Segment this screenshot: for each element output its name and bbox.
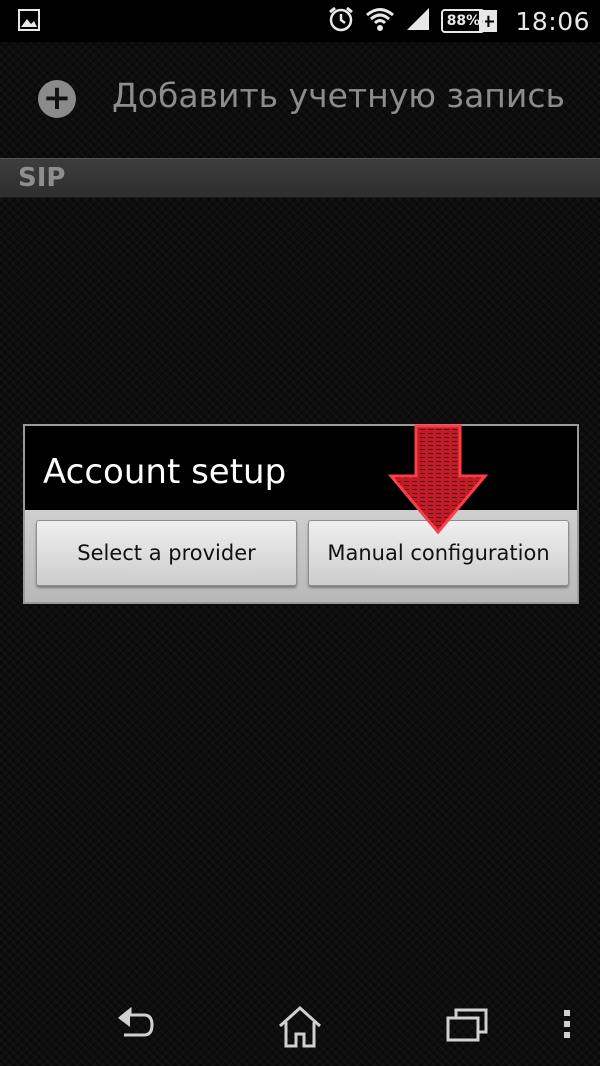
home-icon[interactable] [276, 1004, 324, 1054]
select-provider-button[interactable]: Select a provider [36, 520, 297, 586]
section-label: SIP [18, 163, 66, 193]
add-circle-icon[interactable]: + [38, 80, 76, 118]
back-icon[interactable] [110, 1004, 158, 1052]
wifi-icon [365, 6, 395, 36]
alarm-icon [327, 5, 355, 37]
account-setup-dialog: Account setup Select a provider Manual c… [23, 424, 579, 604]
battery-icon: 88% [441, 9, 486, 33]
cell-signal-icon [405, 6, 431, 36]
image-notification-icon [18, 9, 40, 35]
dialog-title: Account setup [43, 452, 287, 492]
recent-apps-icon[interactable] [444, 1004, 490, 1050]
red-arrow-annotation [388, 424, 488, 535]
battery-percent: 88% [446, 13, 481, 29]
status-bar: 88% + 18:06 [0, 0, 600, 42]
title-bar: + Добавить учетную запись [0, 42, 600, 156]
section-header-sip: SIP [0, 158, 600, 198]
navigation-bar [0, 990, 600, 1066]
overflow-menu-icon[interactable] [560, 1004, 574, 1048]
dialog-button-bar: Select a provider Manual configuration [25, 510, 577, 602]
clock: 18:06 [515, 6, 590, 36]
page-title[interactable]: Добавить учетную запись [112, 76, 565, 115]
